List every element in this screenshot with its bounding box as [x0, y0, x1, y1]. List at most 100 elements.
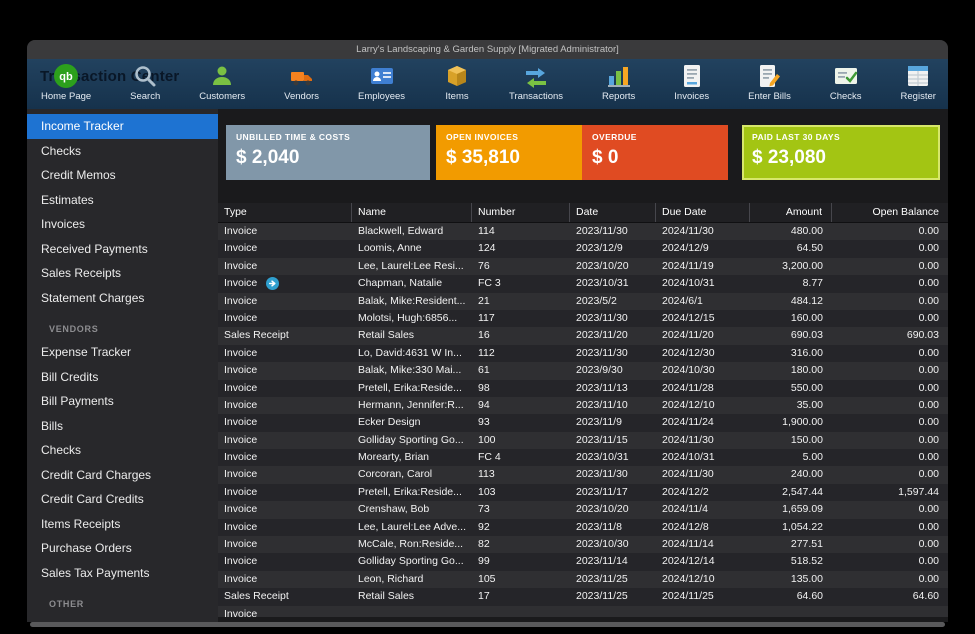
table-row[interactable]: InvoiceLee, Laurel:Lee Resi...762023/10/…: [218, 258, 948, 275]
cell-name: Lee, Laurel:Lee Resi...: [352, 258, 472, 275]
sidebar-item-sales-tax-payments[interactable]: Sales Tax Payments: [27, 561, 218, 586]
sidebar-item-estimates[interactable]: Estimates: [27, 188, 218, 213]
sidebar-item-credit-card-credits[interactable]: Credit Card Credits: [27, 487, 218, 512]
toolbar-items: qbHome Page Search Customers Vendors Employe…: [27, 59, 948, 109]
cell-type: Invoice: [218, 397, 352, 414]
table-row[interactable]: InvoiceLeon, Richard1052023/11/252024/12…: [218, 571, 948, 588]
toolbar-enter-bills-button[interactable]: Enter Bills: [748, 63, 791, 102]
sidebar-item-bill-payments[interactable]: Bill Payments: [27, 389, 218, 414]
sidebar-item-credit-memos[interactable]: Credit Memos: [27, 163, 218, 188]
sidebar-item-invoices[interactable]: Invoices: [27, 212, 218, 237]
cell-open-balance: 690.03: [832, 327, 948, 344]
sidebar-item-expense-tracker[interactable]: Expense Tracker: [27, 340, 218, 365]
sidebar-item-received-payments[interactable]: Received Payments: [27, 237, 218, 262]
cell-date: 2023/10/20: [570, 501, 656, 518]
cell-name: Pretell, Erika:Reside...: [352, 380, 472, 397]
toolbar-search-button[interactable]: Search: [130, 63, 160, 102]
cell-open-balance: 0.00: [832, 432, 948, 449]
cell-open-balance: 0.00: [832, 553, 948, 570]
table-row[interactable]: InvoiceCrenshaw, Bob732023/10/202024/11/…: [218, 501, 948, 518]
cell-date: 2023/11/14: [570, 553, 656, 570]
table-row[interactable]: Sales ReceiptRetail Sales172023/11/25202…: [218, 588, 948, 605]
column-header-name[interactable]: Name: [352, 203, 472, 222]
cell-name: Ecker Design: [352, 414, 472, 431]
cell-open-balance: 0.00: [832, 310, 948, 327]
sidebar-item-credit-card-charges[interactable]: Credit Card Charges: [27, 463, 218, 488]
cell-type: Invoice: [218, 536, 352, 553]
cell-date: 2023/11/17: [570, 484, 656, 501]
sidebar-item-checks[interactable]: Checks: [27, 438, 218, 463]
table-row[interactable]: InvoiceGolliday Sporting Go...992023/11/…: [218, 553, 948, 570]
column-header-number[interactable]: Number: [472, 203, 570, 222]
table-row[interactable]: InvoiceLoomis, Anne1242023/12/92024/12/9…: [218, 240, 948, 257]
cell-open-balance: 0.00: [832, 571, 948, 588]
toolbar-label: Checks: [830, 91, 862, 102]
toolbar-register-button[interactable]: Register: [901, 63, 936, 102]
table-row[interactable]: InvoiceCorcoran, Carol1132023/11/302024/…: [218, 466, 948, 483]
toolbar-reports-button[interactable]: Reports: [602, 63, 635, 102]
cell-number: 98: [472, 380, 570, 397]
table-row[interactable]: InvoicePretell, Erika:Reside...982023/11…: [218, 380, 948, 397]
sidebar-item-checks[interactable]: Checks: [27, 139, 218, 164]
sidebar: Income TrackerChecksCredit MemosEstimate…: [27, 109, 218, 622]
table-row[interactable]: InvoiceMcCale, Ron:Reside...822023/10/30…: [218, 536, 948, 553]
sidebar-item-income-tracker[interactable]: Income Tracker: [27, 114, 218, 139]
sidebar-item-items-receipts[interactable]: Items Receipts: [27, 512, 218, 537]
column-header-amount[interactable]: Amount: [750, 203, 832, 222]
cell-name: Morearty, Brian: [352, 449, 472, 466]
table-row[interactable]: InvoiceBlackwell, Edward1142023/11/30202…: [218, 223, 948, 240]
table-row[interactable]: InvoicePretell, Erika:Reside...1032023/1…: [218, 484, 948, 501]
table-row[interactable]: InvoiceMolotsi, Hugh:6856...1172023/11/3…: [218, 310, 948, 327]
table-row[interactable]: InvoiceLo, David:4631 W In...1122023/11/…: [218, 345, 948, 362]
cell-name: Leon, Richard: [352, 571, 472, 588]
toolbar-checks-button[interactable]: Checks: [830, 63, 862, 102]
cell-name: Retail Sales: [352, 327, 472, 344]
cell-number: 100: [472, 432, 570, 449]
window-titlebar[interactable]: Larry's Landscaping & Garden Supply [Mig…: [27, 40, 948, 59]
sidebar-item-statement-charges[interactable]: Statement Charges: [27, 286, 218, 311]
summary-tile-paid-last-30-days[interactable]: PAID LAST 30 DAYS$ 23,080: [742, 125, 940, 180]
cell-type: Invoice: [218, 258, 352, 275]
cell-amount: 5.00: [750, 449, 832, 466]
sidebar-item-sales-receipts[interactable]: Sales Receipts: [27, 261, 218, 286]
column-header-due-date[interactable]: Due Date: [656, 203, 750, 222]
summary-tile-unbilled-time-costs[interactable]: UNBILLED TIME & COSTS$ 2,040: [226, 125, 430, 180]
toolbar-invoices-button[interactable]: Invoices: [674, 63, 709, 102]
sidebar-item-bills[interactable]: Bills: [27, 414, 218, 439]
table-row[interactable]: Sales ReceiptRetail Sales162023/11/20202…: [218, 327, 948, 344]
sidebar-item-bill-credits[interactable]: Bill Credits: [27, 365, 218, 390]
table-row[interactable]: Invoice: [218, 606, 948, 617]
toolbar-home-page-button[interactable]: qbHome Page: [41, 63, 91, 102]
cell-amount: 316.00: [750, 345, 832, 362]
summary-tile-overdue[interactable]: OVERDUE$ 0: [582, 125, 728, 180]
toolbar-vendors-button[interactable]: Vendors: [284, 63, 319, 102]
sidebar-item-purchase-orders[interactable]: Purchase Orders: [27, 536, 218, 561]
table-row[interactable]: InvoiceChapman, NatalieFC 32023/10/31202…: [218, 275, 948, 292]
table-row[interactable]: InvoiceHermann, Jennifer:R...942023/11/1…: [218, 397, 948, 414]
column-header-open-balance[interactable]: Open Balance: [832, 203, 948, 222]
search-icon: [132, 63, 158, 89]
cell-open-balance: 0.00: [832, 345, 948, 362]
toolbar-items-button[interactable]: Items: [444, 63, 470, 102]
table-row[interactable]: InvoiceLee, Laurel:Lee Adve...922023/11/…: [218, 519, 948, 536]
column-header-date[interactable]: Date: [570, 203, 656, 222]
toolbar-employees-button[interactable]: Employees: [358, 63, 405, 102]
summary-tile-open-invoices[interactable]: OPEN INVOICES$ 35,810: [436, 125, 582, 180]
table-row[interactable]: InvoiceMorearty, BrianFC 42023/10/312024…: [218, 449, 948, 466]
reports-icon: [606, 63, 632, 89]
toolbar-customers-button[interactable]: Customers: [199, 63, 245, 102]
cell-open-balance: 0.00: [832, 466, 948, 483]
toolbar-label: Register: [901, 91, 936, 102]
cell-type: Sales Receipt: [218, 588, 352, 605]
cell-number: 61: [472, 362, 570, 379]
table-row[interactable]: InvoiceBalak, Mike:330 Mai...612023/9/30…: [218, 362, 948, 379]
cell-due-date: 2024/12/2: [656, 484, 750, 501]
column-header-type[interactable]: Type: [218, 203, 352, 222]
table-row[interactable]: InvoiceGolliday Sporting Go...1002023/11…: [218, 432, 948, 449]
open-row-arrow-icon[interactable]: [266, 277, 279, 290]
table-row[interactable]: InvoiceBalak, Mike:Resident...212023/5/2…: [218, 293, 948, 310]
cell-due-date: 2024/12/10: [656, 571, 750, 588]
toolbar-transactions-button[interactable]: Transactions: [509, 63, 563, 102]
cell-date: 2023/12/9: [570, 240, 656, 257]
table-row[interactable]: InvoiceEcker Design932023/11/92024/11/24…: [218, 414, 948, 431]
